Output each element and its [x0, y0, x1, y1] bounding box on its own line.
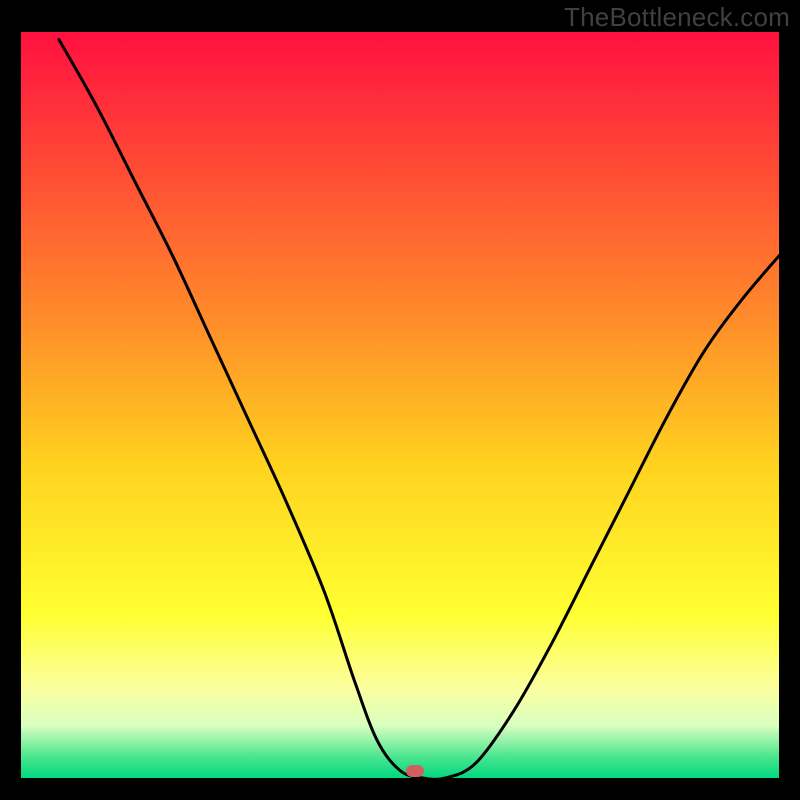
plot-area	[21, 32, 779, 778]
chart-frame: TheBottleneck.com	[0, 0, 800, 800]
watermark-text: TheBottleneck.com	[564, 2, 790, 33]
chart-svg	[21, 32, 779, 778]
chart-background-rect	[21, 32, 779, 778]
current-point-marker	[406, 765, 424, 777]
